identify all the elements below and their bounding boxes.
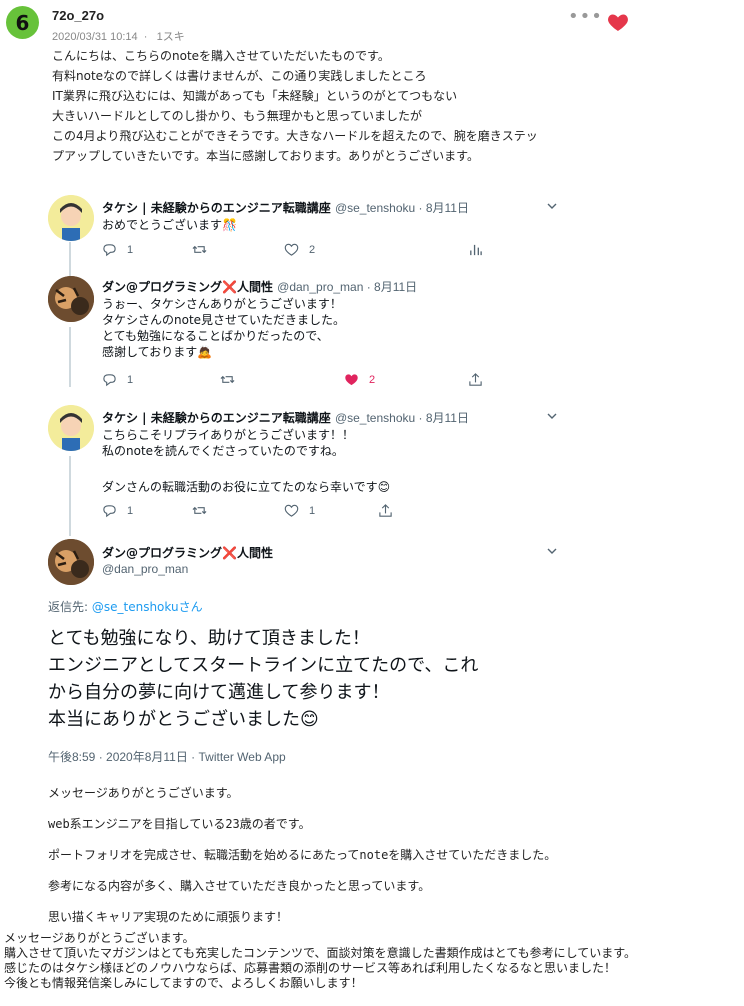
comment-meta: 2020/03/31 10:14 · 1スキ [52,31,185,43]
analytics-icon [470,244,482,256]
analytics-button[interactable] [468,242,483,257]
thread-connector [69,456,71,536]
like-button[interactable]: 2 [284,242,315,257]
reply-icon [103,505,116,518]
comment-username[interactable]: 72o_27o [52,8,104,23]
message-block: メッセージありがとうございます。 web系エンジニアを目指している23歳の者です… [48,786,557,924]
tweet-author[interactable]: ダン@プログラミング❌人間性 [102,544,273,561]
avatar[interactable] [48,195,94,241]
user-avatar[interactable]: 6 [6,6,39,39]
share-icon [469,373,482,386]
comment-header: 6 72o_27o 2020/03/31 10:14 · 1スキ ••• [6,6,738,43]
heart-outline-icon [284,504,299,517]
chevron-down-icon[interactable] [545,199,559,213]
tweet-author[interactable]: ダン@プログラミング❌人間性 @dan_pro_man · 8月11日 [102,278,417,295]
share-icon [379,504,392,517]
tweet-text: こちらこそリプライありがとうございます！！ 私のnoteを読んでくださっていたの… [102,428,391,494]
like-button[interactable]: 1 [284,503,315,518]
like-heart-icon[interactable] [606,10,630,34]
tweet-timestamp[interactable]: 午後8:59 · 2020年8月11日 · Twitter Web App [48,748,286,765]
tweet-actions: 1 2 [102,372,492,390]
avatar[interactable] [48,539,94,585]
reply-button[interactable]: 1 [102,242,133,257]
tweet-author[interactable]: タケシ | 未経験からのエンジニア転職講座 @se_tenshoku · 8月1… [102,409,469,426]
tweet-actions: 1 1 [102,503,492,521]
comment-body: こんにちは、こちらのnoteを購入させていただいたものです。 有料noteなので… [52,49,538,163]
mention-link[interactable]: @se_tenshokuさん [92,600,203,614]
retweet-button[interactable] [192,503,207,518]
avatar[interactable] [48,405,94,451]
retweet-icon [220,375,235,384]
tweet-text: うぉー、タケシさんありがとうございます！ タケシさんのnote見させていただきま… [102,297,346,359]
share-button[interactable] [378,503,393,518]
retweet-button[interactable] [220,372,235,387]
thread-connector [69,327,71,387]
reply-button[interactable]: 1 [102,372,133,387]
chevron-down-icon[interactable] [545,544,559,558]
like-button[interactable]: 2 [344,372,375,387]
reply-to-line: 返信先: @se_tenshokuさん [48,600,203,614]
tweet-handle: @dan_pro_man · 8月11日 [277,280,418,294]
tweet-handle: @se_tenshoku · 8月11日 [334,411,469,425]
comment-date: 2020/03/31 10:14 [52,31,138,43]
reply-button[interactable]: 1 [102,503,133,518]
chevron-down-icon[interactable] [545,409,559,423]
comment-like-count[interactable]: 1スキ [157,31,185,43]
thread-connector [69,242,71,278]
retweet-button[interactable] [192,242,207,257]
retweet-icon [192,506,207,515]
tweet-text: おめでとうございます🎊 [102,218,237,232]
tweet-handle: @se_tenshoku · 8月11日 [334,201,469,215]
tweet-author[interactable]: タケシ | 未経験からのエンジニア転職講座 @se_tenshoku · 8月1… [102,199,469,216]
heart-filled-icon [345,374,358,386]
more-options-icon[interactable]: ••• [568,8,603,26]
heart-outline-icon [284,243,299,256]
avatar[interactable] [48,276,94,322]
main-tweet-text: とても勉強になり、助けて頂きました！ エンジニアとしてスタートラインに立てたので… [48,628,479,730]
tweet-handle[interactable]: @dan_pro_man [102,562,188,576]
tweet-actions: 1 2 [102,242,492,260]
share-button[interactable] [468,372,483,387]
reply-icon [103,244,116,257]
reply-icon [103,374,116,387]
retweet-icon [192,245,207,254]
reply-message-block: メッセージありがとうございます。 購入させて頂いたマガジンはとても充実したコンテ… [4,931,637,990]
